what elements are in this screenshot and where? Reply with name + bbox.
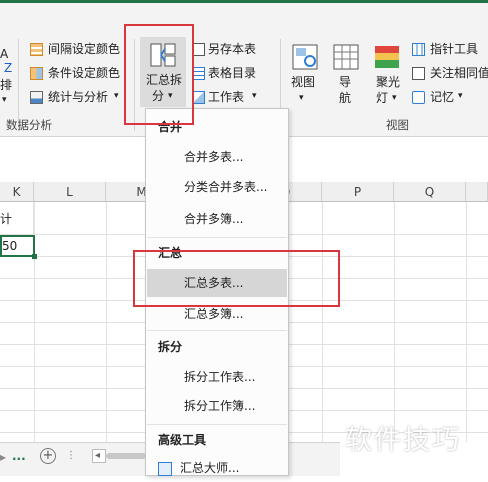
interval-color-button[interactable]: 间隔设定颜色 (30, 41, 130, 59)
chevron-down-icon: ▾ (299, 93, 304, 103)
spotlight-button[interactable]: 聚光 灯 ▾ (368, 41, 408, 107)
menu-separator (147, 330, 287, 331)
spotlight-label-1: 聚光 (376, 75, 401, 89)
cell-k1[interactable]: 计 (0, 202, 34, 234)
fill-handle[interactable] (32, 254, 37, 259)
menu-item-label: 合并多表... (184, 150, 244, 164)
spotlight-label-2: 灯 (376, 91, 389, 105)
selected-cell-k2[interactable]: 50 (0, 235, 35, 257)
cell-text: 50 (2, 239, 18, 253)
chevron-down-icon: ▾ (392, 93, 397, 103)
chevron-down-icon: ▾ (458, 91, 463, 101)
chevron-down-icon: ▾ (252, 91, 257, 101)
condition-color-button[interactable]: 条件设定颜色 (30, 65, 130, 83)
navigate-icon (333, 44, 359, 70)
more-sheets-left[interactable]: ▸ (0, 450, 6, 464)
same-value-icon (412, 67, 425, 80)
scroll-left-button[interactable]: ◂ (92, 449, 106, 463)
condition-color-icon (30, 67, 43, 80)
menu-section-advanced: 高级工具 (158, 433, 207, 447)
save-sheet-label: 另存本表 (208, 42, 257, 56)
menu-item-label: 汇总大师... (180, 461, 240, 475)
column-header-p[interactable]: P (322, 182, 394, 202)
column-header-blank (466, 182, 488, 202)
menu-separator (147, 237, 287, 238)
statistics-label: 统计与分析 (48, 90, 109, 104)
statistics-analysis-button[interactable]: 统计与分析 ▾ (30, 89, 130, 107)
view-label: 视图 (291, 75, 316, 89)
memory-label: 记忆 (430, 90, 455, 104)
navigate-label-2: 航 (339, 91, 352, 105)
menu-item-label: 合并多簿... (184, 212, 244, 226)
add-sheet-icon[interactable]: + (40, 448, 56, 464)
menu-item-merge-workbooks[interactable]: 合并多簿... (147, 205, 287, 233)
pointer-tool-icon (412, 43, 425, 56)
column-header-k[interactable]: K (0, 182, 34, 202)
menu-item-label: 分类合并多表... (184, 180, 268, 194)
sort-icon-glyph-2: Z (4, 61, 13, 75)
table-directory-label: 表格目录 (208, 66, 257, 80)
navigate-button[interactable]: 导 航 (328, 41, 364, 107)
grid-color-icon (30, 43, 43, 56)
memory-button[interactable]: 记忆 ▾ (412, 89, 488, 107)
table-directory-button[interactable]: 表格目录 (192, 65, 272, 83)
menu-item-merge-sheets[interactable]: 合并多表... (147, 143, 287, 171)
sort-dropdown-icon[interactable]: ▾ (2, 93, 7, 107)
same-value-button[interactable]: 关注相同值 (412, 65, 488, 83)
highlight-box-summarize-split (124, 24, 194, 125)
chevron-down-icon: ▾ (114, 91, 119, 101)
statistics-icon (30, 91, 43, 104)
cell-text: 计 (0, 212, 13, 226)
sort-label[interactable]: 排 (0, 78, 12, 92)
more-sheets-ellipsis[interactable]: ... (12, 449, 26, 463)
worksheet-label: 工作表 (208, 90, 245, 104)
spotlight-icon (375, 46, 399, 68)
same-value-label: 关注相同值 (430, 66, 488, 80)
pointer-tool-label: 指针工具 (430, 42, 479, 56)
save-sheet-button[interactable]: 另存本表 (192, 41, 272, 59)
sort-icon-glyph[interactable]: A (0, 47, 8, 61)
condition-color-label: 条件设定颜色 (48, 66, 121, 80)
menu-item-label: 拆分工作簿... (184, 399, 256, 413)
highlight-box-summarize-sheets (133, 250, 340, 307)
menu-item-split-worksheet[interactable]: 拆分工作表... (147, 363, 287, 391)
summary-master-icon (158, 461, 172, 476)
memory-icon (412, 91, 425, 104)
menu-item-label: 汇总多簿... (184, 307, 244, 321)
view-button[interactable]: 视图 ▾ (286, 41, 324, 107)
worksheet-button[interactable]: 工作表 ▾ (192, 89, 272, 107)
column-header-l[interactable]: L (34, 182, 106, 202)
menu-item-split-workbook[interactable]: 拆分工作簿... (147, 392, 287, 420)
view-group-label: 视图 (386, 118, 409, 132)
watermark-text: 软件技巧 (345, 425, 461, 456)
menu-section-split: 拆分 (158, 340, 183, 354)
scroll-left-icon: ◂ (95, 450, 101, 461)
data-analysis-group-label: 数据分析 (6, 118, 52, 132)
menu-item-label: 拆分工作表... (184, 370, 256, 384)
pointer-tool-button[interactable]: 指针工具 (412, 41, 488, 59)
horizontal-scrollbar-thumb[interactable] (106, 453, 146, 459)
more-dots: ⋮ (66, 450, 76, 461)
menu-item-category-merge[interactable]: 分类合并多表... (147, 173, 287, 201)
menu-item-summary-master[interactable]: 汇总大师... (147, 454, 287, 482)
interval-color-label: 间隔设定颜色 (48, 42, 121, 56)
column-header-q[interactable]: Q (394, 182, 466, 202)
navigate-label-1: 导 (339, 75, 352, 89)
menu-separator (147, 424, 287, 425)
view-icon (292, 44, 318, 70)
